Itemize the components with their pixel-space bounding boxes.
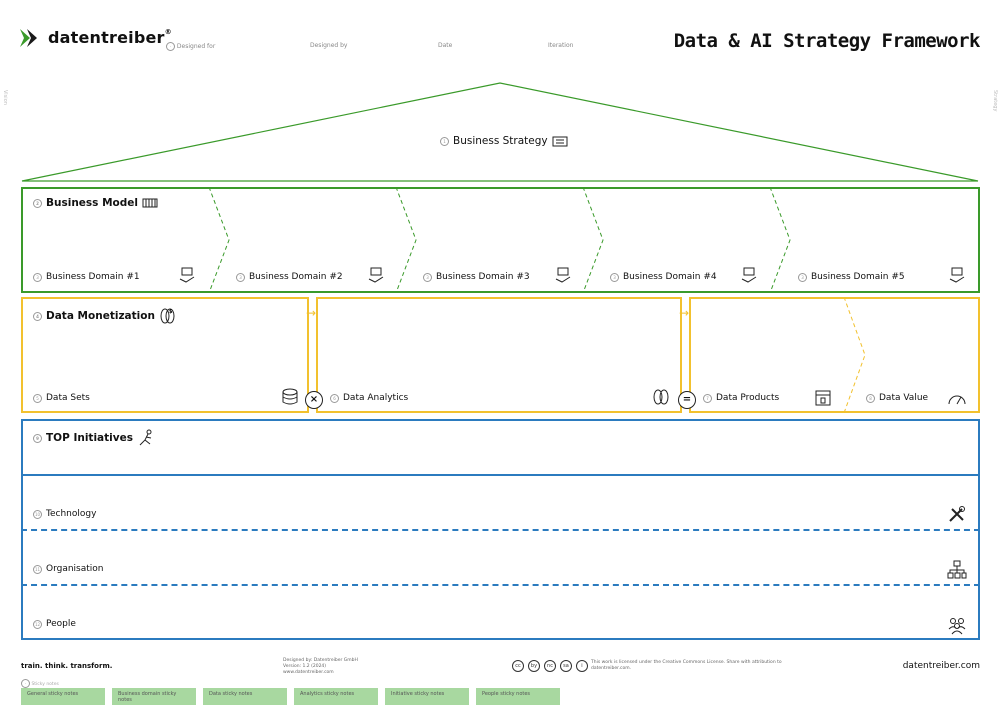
cc-icon: cc: [512, 660, 524, 672]
meta-designed-by[interactable]: Designed by: [310, 42, 347, 49]
meta-date[interactable]: Date: [438, 42, 452, 49]
equals-operator: =: [678, 391, 696, 409]
footer-license: This work is licensed under the Creative…: [591, 660, 782, 671]
business-strategy-label[interactable]: 1 Business Strategy: [440, 135, 568, 147]
product-box-icon: [815, 390, 831, 406]
organisation-divider: [21, 584, 980, 586]
sticky-note-6[interactable]: People sticky notes: [476, 688, 560, 705]
business-domain-3[interactable]: 3 Business Domain #3: [423, 272, 530, 282]
meta-designed-for[interactable]: · Designed for: [166, 42, 215, 51]
footer-tagline: train. think. transform.: [21, 662, 113, 670]
sa-icon: sa: [560, 660, 572, 672]
business-domain-4[interactable]: 3 Business Domain #4: [610, 272, 717, 282]
multiply-operator: ×: [305, 391, 323, 409]
footer-credits: Designed by: Datentreiber GmbH Version: …: [283, 658, 358, 675]
top-initiatives-label[interactable]: 9 TOP Initiatives: [33, 429, 155, 447]
info-icon: i: [576, 660, 588, 672]
domain-4-icon: [741, 267, 757, 283]
sticky-note-4[interactable]: Analytics sticky notes: [294, 688, 378, 705]
data-analytics-label[interactable]: 6 Data Analytics: [330, 393, 408, 403]
tools-icon: [949, 506, 965, 522]
domain-2-icon: [368, 267, 384, 283]
arrow-icon-2: →: [679, 306, 690, 320]
technology-divider: [21, 529, 980, 531]
domain-5-icon: [949, 267, 965, 283]
nc-icon: nc: [544, 660, 556, 672]
analytics-coins-icon: [653, 389, 669, 405]
logo-text: datentreiber®: [48, 28, 172, 47]
sticky-legend: · Sticky notes: [21, 679, 59, 688]
data-monetization-label[interactable]: 4 Data Monetization $: [33, 308, 177, 324]
page-title: Data & AI Strategy Framework: [673, 30, 981, 52]
by-icon: by: [528, 660, 540, 672]
domain-3-icon: [555, 267, 571, 283]
sticky-note-1[interactable]: General sticky notes: [21, 688, 105, 705]
data-value-label[interactable]: 8 Data Value: [866, 393, 928, 403]
business-model-label[interactable]: 2 Business Model: [33, 197, 158, 209]
sticky-note-2[interactable]: Business domain sticky notes: [112, 688, 196, 705]
footer-url[interactable]: datentreiber.com: [903, 661, 980, 671]
database-icon: [282, 388, 298, 405]
sticky-note-3[interactable]: Data sticky notes: [203, 688, 287, 705]
business-domain-1[interactable]: 3 Business Domain #1: [33, 272, 140, 282]
meta-iteration[interactable]: Iteration: [548, 42, 573, 49]
data-sets-label[interactable]: 5 Data Sets: [33, 393, 90, 403]
barcode-icon: [142, 198, 158, 208]
business-domain-5[interactable]: 3 Business Domain #5: [798, 272, 905, 282]
technology-label[interactable]: 10 Technology: [33, 509, 96, 519]
people-label[interactable]: 12 People: [33, 619, 76, 629]
logo-icon: [20, 28, 37, 47]
org-chart-icon: [947, 560, 967, 579]
organisation-label[interactable]: 11 Organisation: [33, 564, 104, 574]
cc-license-icons: cc by nc sa i: [512, 660, 588, 672]
initiatives-divider: [21, 474, 980, 476]
runner-icon: [139, 429, 152, 446]
coins-icon: $: [160, 308, 175, 324]
roof-triangle: [21, 82, 979, 182]
arrow-icon-1: →: [306, 306, 317, 320]
people-icon: [948, 618, 966, 635]
strategy-icon: [552, 136, 568, 146]
svg-text:$: $: [169, 309, 173, 315]
gauge-icon: [948, 395, 966, 405]
logo: datentreiber®: [20, 28, 172, 47]
business-domain-2[interactable]: 3 Business Domain #2: [236, 272, 343, 282]
domain-1-icon: [179, 267, 195, 283]
sticky-note-5[interactable]: Initiative sticky notes: [385, 688, 469, 705]
data-products-label[interactable]: 7 Data Products: [703, 393, 779, 403]
